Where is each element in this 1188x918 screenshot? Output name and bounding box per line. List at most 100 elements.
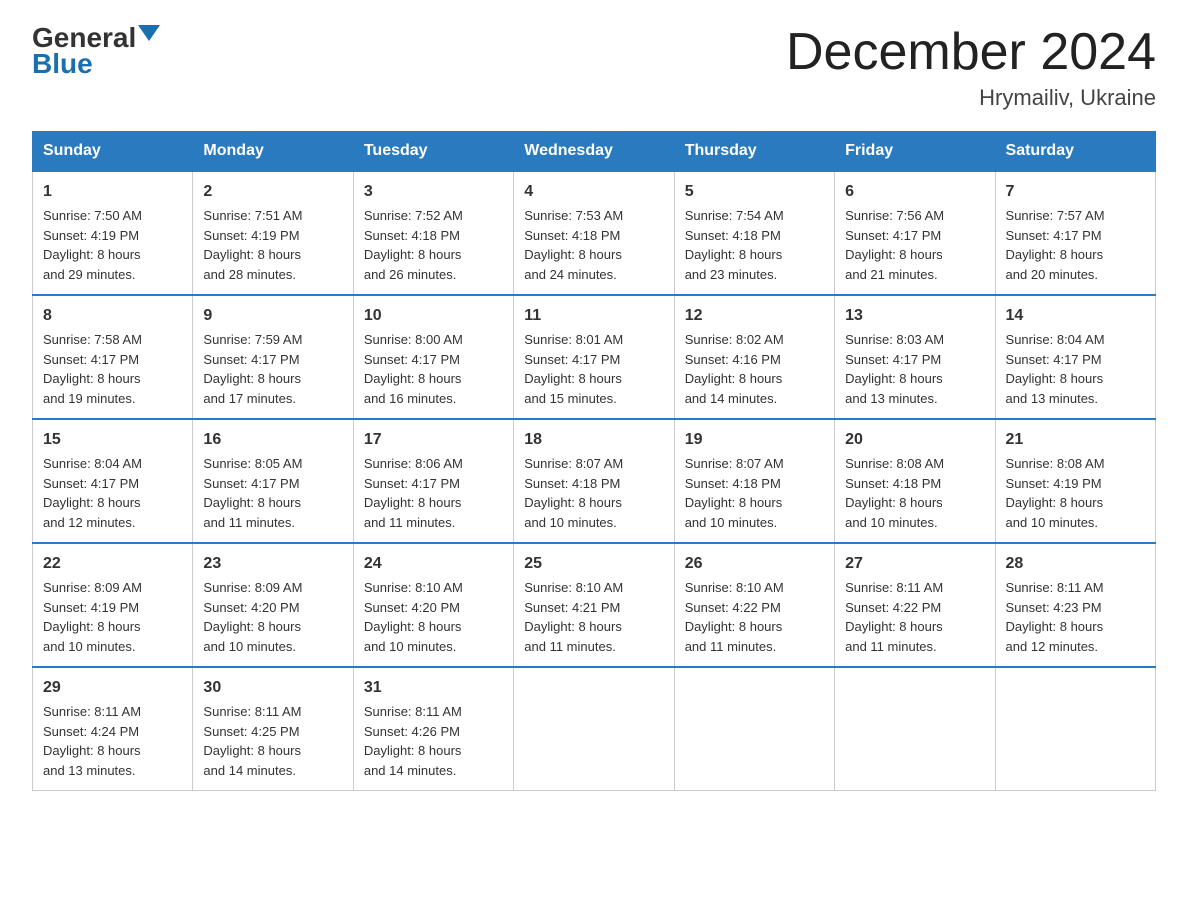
column-header-tuesday: Tuesday — [353, 132, 513, 172]
day-number: 5 — [685, 180, 824, 204]
calendar-cell: 11Sunrise: 8:01 AMSunset: 4:17 PMDayligh… — [514, 295, 674, 419]
day-number: 27 — [845, 552, 984, 576]
day-number: 16 — [203, 428, 342, 452]
day-info: Sunrise: 7:59 AMSunset: 4:17 PMDaylight:… — [203, 330, 342, 408]
day-info: Sunrise: 8:11 AMSunset: 4:26 PMDaylight:… — [364, 702, 503, 780]
calendar-week-row: 8Sunrise: 7:58 AMSunset: 4:17 PMDaylight… — [33, 295, 1156, 419]
calendar-cell: 23Sunrise: 8:09 AMSunset: 4:20 PMDayligh… — [193, 543, 353, 667]
column-header-sunday: Sunday — [33, 132, 193, 172]
calendar-week-row: 22Sunrise: 8:09 AMSunset: 4:19 PMDayligh… — [33, 543, 1156, 667]
day-number: 28 — [1006, 552, 1145, 576]
calendar-cell: 22Sunrise: 8:09 AMSunset: 4:19 PMDayligh… — [33, 543, 193, 667]
day-number: 30 — [203, 676, 342, 700]
calendar-cell — [835, 667, 995, 791]
calendar-table: SundayMondayTuesdayWednesdayThursdayFrid… — [32, 131, 1156, 791]
calendar-cell: 7Sunrise: 7:57 AMSunset: 4:17 PMDaylight… — [995, 171, 1155, 295]
day-info: Sunrise: 8:05 AMSunset: 4:17 PMDaylight:… — [203, 454, 342, 532]
calendar-cell: 5Sunrise: 7:54 AMSunset: 4:18 PMDaylight… — [674, 171, 834, 295]
day-number: 14 — [1006, 304, 1145, 328]
calendar-cell: 16Sunrise: 8:05 AMSunset: 4:17 PMDayligh… — [193, 419, 353, 543]
day-number: 25 — [524, 552, 663, 576]
day-number: 18 — [524, 428, 663, 452]
day-info: Sunrise: 8:00 AMSunset: 4:17 PMDaylight:… — [364, 330, 503, 408]
day-info: Sunrise: 7:51 AMSunset: 4:19 PMDaylight:… — [203, 206, 342, 284]
day-info: Sunrise: 8:07 AMSunset: 4:18 PMDaylight:… — [524, 454, 663, 532]
day-info: Sunrise: 8:11 AMSunset: 4:23 PMDaylight:… — [1006, 578, 1145, 656]
day-info: Sunrise: 8:08 AMSunset: 4:18 PMDaylight:… — [845, 454, 984, 532]
day-number: 21 — [1006, 428, 1145, 452]
calendar-cell: 21Sunrise: 8:08 AMSunset: 4:19 PMDayligh… — [995, 419, 1155, 543]
day-info: Sunrise: 8:10 AMSunset: 4:22 PMDaylight:… — [685, 578, 824, 656]
day-info: Sunrise: 7:56 AMSunset: 4:17 PMDaylight:… — [845, 206, 984, 284]
calendar-subtitle: Hrymailiv, Ukraine — [786, 85, 1156, 111]
day-number: 6 — [845, 180, 984, 204]
calendar-cell — [514, 667, 674, 791]
calendar-cell: 19Sunrise: 8:07 AMSunset: 4:18 PMDayligh… — [674, 419, 834, 543]
column-header-thursday: Thursday — [674, 132, 834, 172]
logo-arrow-icon — [138, 25, 160, 41]
day-info: Sunrise: 7:58 AMSunset: 4:17 PMDaylight:… — [43, 330, 182, 408]
day-number: 17 — [364, 428, 503, 452]
calendar-cell: 17Sunrise: 8:06 AMSunset: 4:17 PMDayligh… — [353, 419, 513, 543]
day-number: 19 — [685, 428, 824, 452]
day-info: Sunrise: 8:11 AMSunset: 4:24 PMDaylight:… — [43, 702, 182, 780]
day-info: Sunrise: 8:09 AMSunset: 4:19 PMDaylight:… — [43, 578, 182, 656]
day-number: 29 — [43, 676, 182, 700]
day-number: 31 — [364, 676, 503, 700]
day-info: Sunrise: 8:04 AMSunset: 4:17 PMDaylight:… — [1006, 330, 1145, 408]
calendar-cell: 31Sunrise: 8:11 AMSunset: 4:26 PMDayligh… — [353, 667, 513, 791]
day-info: Sunrise: 7:57 AMSunset: 4:17 PMDaylight:… — [1006, 206, 1145, 284]
calendar-cell: 20Sunrise: 8:08 AMSunset: 4:18 PMDayligh… — [835, 419, 995, 543]
day-info: Sunrise: 8:01 AMSunset: 4:17 PMDaylight:… — [524, 330, 663, 408]
title-block: December 2024 Hrymailiv, Ukraine — [786, 24, 1156, 111]
calendar-cell: 1Sunrise: 7:50 AMSunset: 4:19 PMDaylight… — [33, 171, 193, 295]
column-header-monday: Monday — [193, 132, 353, 172]
day-info: Sunrise: 8:10 AMSunset: 4:20 PMDaylight:… — [364, 578, 503, 656]
calendar-cell: 15Sunrise: 8:04 AMSunset: 4:17 PMDayligh… — [33, 419, 193, 543]
day-number: 8 — [43, 304, 182, 328]
day-info: Sunrise: 7:50 AMSunset: 4:19 PMDaylight:… — [43, 206, 182, 284]
day-number: 3 — [364, 180, 503, 204]
calendar-cell — [674, 667, 834, 791]
day-number: 15 — [43, 428, 182, 452]
calendar-cell: 25Sunrise: 8:10 AMSunset: 4:21 PMDayligh… — [514, 543, 674, 667]
day-info: Sunrise: 7:53 AMSunset: 4:18 PMDaylight:… — [524, 206, 663, 284]
calendar-cell: 4Sunrise: 7:53 AMSunset: 4:18 PMDaylight… — [514, 171, 674, 295]
calendar-cell: 2Sunrise: 7:51 AMSunset: 4:19 PMDaylight… — [193, 171, 353, 295]
calendar-cell: 8Sunrise: 7:58 AMSunset: 4:17 PMDaylight… — [33, 295, 193, 419]
column-header-friday: Friday — [835, 132, 995, 172]
day-info: Sunrise: 8:03 AMSunset: 4:17 PMDaylight:… — [845, 330, 984, 408]
calendar-cell: 27Sunrise: 8:11 AMSunset: 4:22 PMDayligh… — [835, 543, 995, 667]
day-info: Sunrise: 8:11 AMSunset: 4:25 PMDaylight:… — [203, 702, 342, 780]
day-info: Sunrise: 8:02 AMSunset: 4:16 PMDaylight:… — [685, 330, 824, 408]
calendar-cell: 29Sunrise: 8:11 AMSunset: 4:24 PMDayligh… — [33, 667, 193, 791]
calendar-cell: 18Sunrise: 8:07 AMSunset: 4:18 PMDayligh… — [514, 419, 674, 543]
day-number: 11 — [524, 304, 663, 328]
day-info: Sunrise: 7:52 AMSunset: 4:18 PMDaylight:… — [364, 206, 503, 284]
calendar-cell: 28Sunrise: 8:11 AMSunset: 4:23 PMDayligh… — [995, 543, 1155, 667]
day-number: 12 — [685, 304, 824, 328]
day-info: Sunrise: 7:54 AMSunset: 4:18 PMDaylight:… — [685, 206, 824, 284]
day-number: 23 — [203, 552, 342, 576]
calendar-cell — [995, 667, 1155, 791]
column-header-wednesday: Wednesday — [514, 132, 674, 172]
logo: General Blue — [32, 24, 160, 80]
day-number: 26 — [685, 552, 824, 576]
logo-blue: Blue — [32, 48, 93, 80]
day-info: Sunrise: 8:09 AMSunset: 4:20 PMDaylight:… — [203, 578, 342, 656]
day-info: Sunrise: 8:08 AMSunset: 4:19 PMDaylight:… — [1006, 454, 1145, 532]
calendar-header-row: SundayMondayTuesdayWednesdayThursdayFrid… — [33, 132, 1156, 172]
page-header: General Blue December 2024 Hrymailiv, Uk… — [32, 24, 1156, 111]
day-number: 20 — [845, 428, 984, 452]
day-info: Sunrise: 8:11 AMSunset: 4:22 PMDaylight:… — [845, 578, 984, 656]
calendar-cell: 3Sunrise: 7:52 AMSunset: 4:18 PMDaylight… — [353, 171, 513, 295]
calendar-week-row: 15Sunrise: 8:04 AMSunset: 4:17 PMDayligh… — [33, 419, 1156, 543]
calendar-cell: 12Sunrise: 8:02 AMSunset: 4:16 PMDayligh… — [674, 295, 834, 419]
day-number: 4 — [524, 180, 663, 204]
calendar-cell: 26Sunrise: 8:10 AMSunset: 4:22 PMDayligh… — [674, 543, 834, 667]
calendar-cell: 13Sunrise: 8:03 AMSunset: 4:17 PMDayligh… — [835, 295, 995, 419]
day-number: 22 — [43, 552, 182, 576]
day-info: Sunrise: 8:10 AMSunset: 4:21 PMDaylight:… — [524, 578, 663, 656]
day-number: 10 — [364, 304, 503, 328]
day-number: 2 — [203, 180, 342, 204]
